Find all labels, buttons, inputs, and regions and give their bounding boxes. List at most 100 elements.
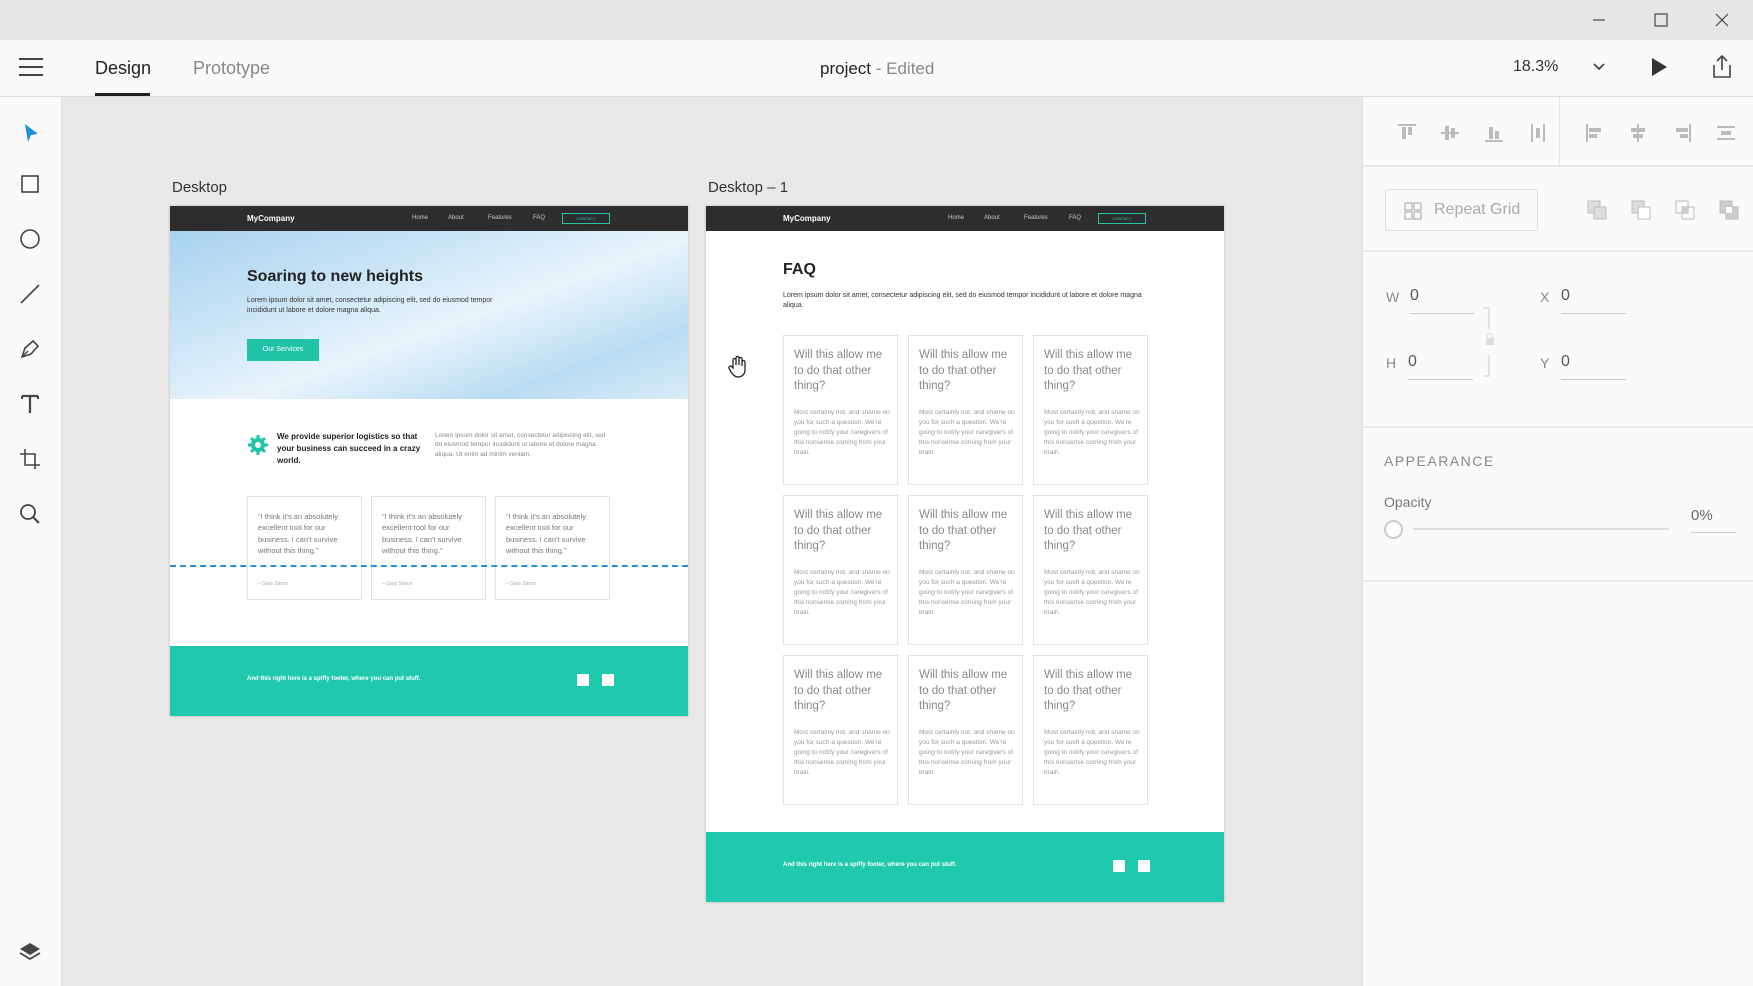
mock-faq-question: Will this allow me to do that other thin… xyxy=(919,349,1008,393)
opacity-slider-track[interactable] xyxy=(1413,528,1669,530)
align-center-icon[interactable] xyxy=(1626,121,1650,145)
boolean-add-icon[interactable] xyxy=(1586,199,1610,223)
repeat-grid-button[interactable]: Repeat Grid xyxy=(1385,189,1538,231)
mock-footer: And this right here is a spiffy footer, … xyxy=(170,646,688,716)
mock-navbar: MyCompany Home About Features FAQ CONTAC… xyxy=(706,206,1224,231)
height-label: H xyxy=(1386,355,1397,371)
fold-guide-line[interactable] xyxy=(170,565,688,567)
tab-prototype[interactable]: Prototype xyxy=(193,58,270,79)
zoom-level[interactable]: 18.3% xyxy=(1513,58,1558,76)
distribute-horizontal-icon[interactable] xyxy=(1714,121,1738,145)
share-icon[interactable] xyxy=(1710,54,1734,85)
app-menubar: Design Prototype project - Edited 18.3% xyxy=(0,40,1753,97)
artboard-label-desktop[interactable]: Desktop xyxy=(172,179,227,196)
mock-faq-question: Will this allow me to do that other thin… xyxy=(794,509,883,553)
design-canvas[interactable]: Desktop MyCompany Home About Features FA… xyxy=(62,97,1362,986)
mock-hero-title: Soaring to new heights xyxy=(247,268,424,285)
mock-contact-button: CONTACT xyxy=(562,213,610,224)
grid-icon xyxy=(1404,202,1422,225)
mock-testimonial-author: – Gary Simon xyxy=(382,581,413,587)
layers-icon[interactable] xyxy=(16,937,44,965)
gear-icon xyxy=(247,434,269,456)
mock-testimonial-quote: "I think it's an absolutely excellent to… xyxy=(382,512,462,555)
line-tool-icon[interactable] xyxy=(16,280,44,308)
mock-feature-text: Lorem ipsum dolor sit amet, consectetur … xyxy=(435,432,606,458)
maximize-icon[interactable] xyxy=(1630,0,1692,40)
mock-contact-button: CONTACT xyxy=(1098,213,1146,224)
twitter-icon xyxy=(1138,860,1150,872)
align-bottom-icon[interactable] xyxy=(1482,121,1506,145)
mock-faq-card: Will this allow me to do that other thin… xyxy=(1033,495,1148,645)
mock-testimonial-card: "I think it's an absolutely excellent to… xyxy=(495,496,610,600)
close-icon[interactable] xyxy=(1691,0,1753,40)
width-label: W xyxy=(1386,289,1400,305)
y-label: Y xyxy=(1540,355,1550,371)
width-input[interactable]: 0 xyxy=(1410,287,1475,314)
appearance-heading: APPEARANCE xyxy=(1384,453,1495,469)
select-tool-icon[interactable] xyxy=(16,119,44,147)
artboard-desktop-1[interactable]: MyCompany Home About Features FAQ CONTAC… xyxy=(706,206,1224,902)
align-middle-icon[interactable] xyxy=(1438,121,1462,145)
mock-nav-faq: FAQ xyxy=(533,215,546,221)
mock-testimonial-quote: "I think it's an absolutely excellent to… xyxy=(258,512,338,555)
mock-testimonial-author: – Gary Simon xyxy=(506,581,537,587)
mock-faq-question: Will this allow me to do that other thin… xyxy=(1044,509,1133,553)
text-tool-icon[interactable] xyxy=(16,390,44,418)
height-input[interactable]: 0 xyxy=(1408,353,1473,380)
mock-faq-answer: Most certainly not, and shame on you for… xyxy=(1044,729,1140,777)
mock-hero-text: Lorem ipsum dolor sit amet, consectetur … xyxy=(247,297,493,314)
mock-faq-question: Will this allow me to do that other thin… xyxy=(794,669,883,713)
tab-design[interactable]: Design xyxy=(95,58,151,79)
opacity-label: Opacity xyxy=(1384,494,1432,510)
tools-panel xyxy=(0,97,62,986)
mock-testimonial-card: "I think it's an absolutely excellent to… xyxy=(371,496,486,600)
zoom-tool-icon[interactable] xyxy=(16,500,44,528)
rectangle-tool-icon[interactable] xyxy=(16,170,44,198)
pen-tool-icon[interactable] xyxy=(16,335,44,363)
mock-nav-home: Home xyxy=(948,215,965,221)
artboard-desktop[interactable]: MyCompany Home About Features FAQ CONTAC… xyxy=(170,206,688,716)
mock-nav-faq: FAQ xyxy=(1069,215,1082,221)
x-input[interactable]: 0 xyxy=(1561,287,1626,314)
ellipse-tool-icon[interactable] xyxy=(16,225,44,253)
opacity-input[interactable]: 0% xyxy=(1691,507,1736,533)
mock-faq-answer: Most certainly not, and shame on you for… xyxy=(919,729,1015,777)
mock-footer-text: And this right here is a spiffy footer, … xyxy=(783,862,957,868)
minimize-icon[interactable] xyxy=(1568,0,1630,40)
play-preview-icon[interactable] xyxy=(1648,56,1670,83)
align-left-icon[interactable] xyxy=(1583,121,1607,145)
artboard-tool-icon[interactable] xyxy=(16,445,44,473)
mock-nav-home: Home xyxy=(412,215,429,221)
document-title: project - Edited xyxy=(820,59,934,79)
section-divider xyxy=(1363,165,1753,167)
mock-faq-question: Will this allow me to do that other thin… xyxy=(794,349,883,393)
section-divider xyxy=(1363,426,1753,428)
mock-nav-features: Features xyxy=(488,215,512,221)
mock-faq-question: Will this allow me to do that other thin… xyxy=(919,669,1008,713)
mock-faq-card: Will this allow me to do that other thin… xyxy=(1033,335,1148,485)
align-right-icon[interactable] xyxy=(1670,121,1694,145)
section-divider xyxy=(1363,250,1753,252)
boolean-subtract-icon[interactable] xyxy=(1630,199,1654,223)
window-titlebar xyxy=(0,0,1753,40)
chevron-down-icon[interactable] xyxy=(1592,60,1606,79)
facebook-icon xyxy=(1113,860,1125,872)
y-input[interactable]: 0 xyxy=(1561,353,1626,380)
distribute-vertical-icon[interactable] xyxy=(1526,121,1550,145)
mock-faq-answer: Most certainly not, and shame on you for… xyxy=(919,409,1015,457)
hamburger-menu-icon[interactable] xyxy=(19,58,43,78)
mock-navbar: MyCompany Home About Features FAQ CONTAC… xyxy=(170,206,688,231)
active-tab-indicator xyxy=(95,93,150,96)
lock-aspect-icon[interactable] xyxy=(1483,307,1497,382)
mock-faq-card: Will this allow me to do that other thin… xyxy=(908,495,1023,645)
mock-brand: MyCompany xyxy=(247,214,295,223)
boolean-intersect-icon[interactable] xyxy=(1674,199,1698,223)
mock-testimonial-author: – Gary Simon xyxy=(258,581,289,587)
opacity-slider-knob[interactable] xyxy=(1384,520,1403,539)
align-top-icon[interactable] xyxy=(1395,121,1419,145)
property-inspector: Repeat Grid W 0 X 0 H 0 Y 0 APPEARANCE O… xyxy=(1362,97,1753,986)
artboard-label-desktop-1[interactable]: Desktop – 1 xyxy=(708,179,788,196)
x-label: X xyxy=(1540,289,1550,305)
mock-testimonial-quote: "I think it's an absolutely excellent to… xyxy=(506,512,586,555)
boolean-exclude-icon[interactable] xyxy=(1718,199,1742,223)
